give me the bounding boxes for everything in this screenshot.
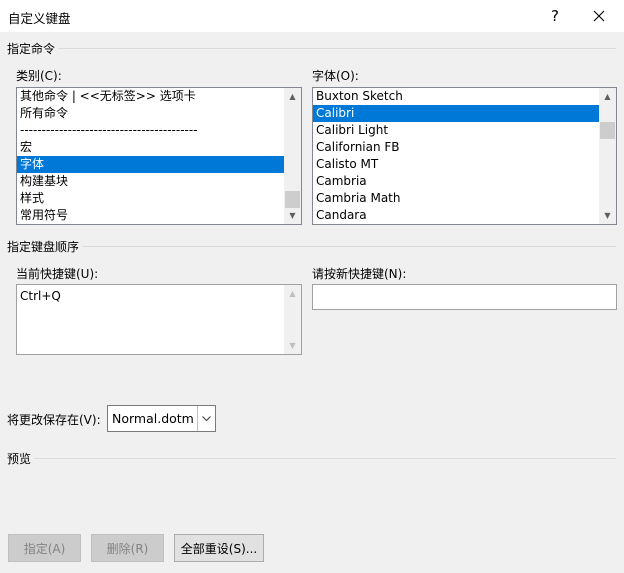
categories-items: 其他命令 | <<无标签>> 选项卡 所有命令 ------------------… — [17, 88, 301, 224]
fonts-listbox[interactable]: Buxton Sketch Calibri Calibri Light Califor… — [312, 87, 617, 225]
category-item[interactable]: 构建基块 — [17, 173, 301, 190]
divider — [82, 246, 616, 247]
category-item[interactable]: ----------------------------------------… — [17, 122, 301, 139]
dropdown-button[interactable] — [197, 406, 215, 431]
category-item[interactable]: 字体 — [17, 156, 301, 173]
divider — [34, 458, 616, 459]
category-item[interactable]: 常用符号 — [17, 207, 301, 224]
category-item[interactable]: 样式 — [17, 190, 301, 207]
scroll-up-icon: ▲ — [289, 289, 296, 298]
fonts-items: Buxton Sketch Calibri Calibri Light Califor… — [313, 88, 616, 224]
close-icon — [593, 10, 605, 22]
category-item[interactable]: 所有命令 — [17, 105, 301, 122]
chevron-down-icon — [202, 415, 211, 421]
close-button[interactable] — [576, 0, 622, 32]
window-title: 自定义键盘 — [8, 11, 71, 26]
section-heading-preview: 预览 — [7, 452, 32, 466]
scroll-thumb[interactable] — [285, 191, 300, 208]
category-item[interactable]: 宏 — [17, 139, 301, 156]
font-item[interactable]: Cambria — [313, 173, 616, 190]
help-button[interactable]: ? — [532, 0, 578, 32]
categories-listbox[interactable]: 其他命令 | <<无标签>> 选项卡 所有命令 ------------------… — [16, 87, 302, 225]
title-bar — [0, 0, 624, 32]
remove-button[interactable]: 删除(R) — [91, 534, 164, 562]
save-in-value: Normal.dotm — [112, 411, 194, 426]
assign-button[interactable]: 指定(A) — [8, 534, 81, 562]
new-key-label: 请按新快捷键(N): — [312, 267, 407, 281]
categories-scrollbar[interactable]: ▲ ▼ — [284, 88, 301, 224]
scroll-down-icon[interactable]: ▼ — [599, 207, 616, 224]
scroll-down-icon: ▼ — [289, 341, 296, 350]
reset-all-button[interactable]: 全部重设(S)... — [174, 534, 264, 562]
section-heading-key-sequence: 指定键盘顺序 — [7, 240, 80, 254]
categories-label: 类别(C): — [16, 69, 62, 83]
font-item[interactable]: Buxton Sketch — [313, 88, 616, 105]
font-item[interactable]: Calibri — [313, 105, 616, 122]
current-keys-label: 当前快捷键(U): — [16, 267, 99, 281]
divider — [58, 48, 616, 49]
font-item[interactable]: Candara — [313, 207, 616, 224]
scroll-thumb[interactable] — [600, 122, 615, 139]
fonts-label: 字体(O): — [312, 69, 359, 83]
scroll-up-icon[interactable]: ▲ — [284, 88, 301, 105]
save-in-label: 将更改保存在(V): — [7, 413, 101, 427]
save-in-dropdown[interactable]: Normal.dotm — [107, 405, 216, 432]
scroll-up-icon[interactable]: ▲ — [599, 88, 616, 105]
current-keys-listbox[interactable]: Ctrl+Q ▲ ▼ — [16, 284, 302, 355]
font-item[interactable]: Cambria Math — [313, 190, 616, 207]
current-key-item[interactable]: Ctrl+Q — [17, 288, 301, 305]
font-item[interactable]: Calisto MT — [313, 156, 616, 173]
font-item[interactable]: Californian FB — [313, 139, 616, 156]
new-key-input[interactable] — [312, 284, 617, 310]
scroll-down-icon[interactable]: ▼ — [284, 207, 301, 224]
current-keys-items: Ctrl+Q — [17, 285, 301, 305]
font-item[interactable]: Calibri Light — [313, 122, 616, 139]
section-heading-specify-command: 指定命令 — [7, 42, 56, 56]
fonts-scrollbar[interactable]: ▲ ▼ — [599, 88, 616, 224]
current-keys-scrollbar: ▲ ▼ — [284, 285, 301, 354]
category-item[interactable]: 其他命令 | <<无标签>> 选项卡 — [17, 88, 301, 105]
